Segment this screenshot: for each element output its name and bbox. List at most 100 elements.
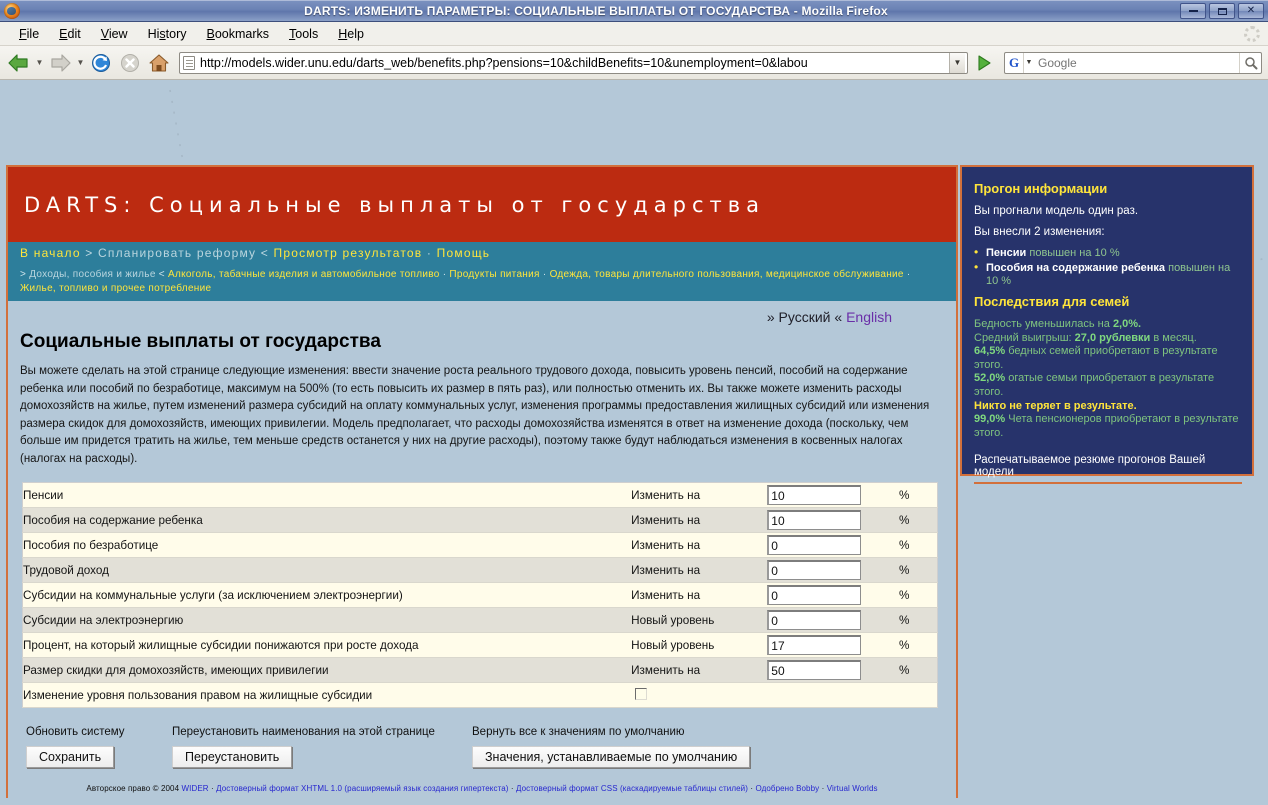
parameters-table: Пенсии Изменить на % Пособия на содержан… bbox=[22, 482, 938, 708]
close-button[interactable]: ✕ bbox=[1238, 3, 1264, 19]
result-line: 64,5% бедных семей приобретают в результ… bbox=[974, 345, 1242, 372]
nav-item-help[interactable]: Помощь bbox=[437, 246, 491, 260]
subnav-item-income-benefits-housing[interactable]: Доходы, пособия и жилье bbox=[29, 269, 155, 280]
nav-item-plan-reform[interactable]: Спланировать реформу bbox=[98, 246, 256, 260]
result-line: Никто не теряет в результате. bbox=[974, 400, 1242, 414]
pensions-input[interactable] bbox=[767, 485, 861, 505]
reset-button[interactable]: Переустановить bbox=[172, 746, 292, 768]
nav-item-home[interactable]: В начало bbox=[20, 246, 81, 260]
row-kind: Изменить на bbox=[631, 533, 767, 558]
row-input-cell bbox=[767, 633, 871, 658]
subnav-separator: · bbox=[543, 269, 547, 280]
footer-link-wider[interactable]: WIDER bbox=[182, 784, 209, 793]
row-label: Пенсии bbox=[23, 483, 632, 508]
menu-view[interactable]: View bbox=[92, 24, 137, 44]
child-benefits-input[interactable] bbox=[767, 510, 861, 530]
back-button[interactable] bbox=[6, 51, 32, 75]
subnav-separator: < bbox=[159, 269, 165, 280]
utilities-subsidy-input[interactable] bbox=[767, 585, 861, 605]
table-row: Пенсии Изменить на % bbox=[23, 483, 938, 508]
row-kind: Новый уровень bbox=[631, 608, 767, 633]
throbber-icon bbox=[1244, 26, 1260, 42]
privileged-discount-input[interactable] bbox=[767, 660, 861, 680]
row-input-cell bbox=[767, 508, 871, 533]
housing-subsidy-takeup-checkbox[interactable] bbox=[635, 688, 647, 700]
result-number: 99,0% bbox=[974, 413, 1005, 425]
table-row: Субсидии на электроэнергию Новый уровень… bbox=[23, 608, 938, 633]
defaults-button[interactable]: Значения, устанавливаемые по умолчанию bbox=[472, 746, 750, 768]
row-label: Субсидии на коммунальные услуги (за искл… bbox=[23, 583, 632, 608]
row-label: Пособия по безработице bbox=[23, 533, 632, 558]
menu-bookmarks[interactable]: Bookmarks bbox=[198, 24, 279, 44]
back-dropdown-icon[interactable]: ▼ bbox=[35, 51, 44, 75]
defaults-caption: Вернуть все к значениям по умолчанию bbox=[472, 726, 902, 738]
maximize-button[interactable] bbox=[1209, 3, 1235, 19]
row-label: Процент, на который жилищные субсидии по… bbox=[23, 633, 632, 658]
subnav-item-housing-fuel-other[interactable]: Жилье, топливо и прочее потребление bbox=[20, 283, 211, 294]
footer-link-bobby[interactable]: Одобрено Bobby bbox=[755, 784, 819, 793]
url-text[interactable]: http://models.wider.unu.edu/darts_web/be… bbox=[200, 56, 949, 70]
menu-help[interactable]: Help bbox=[329, 24, 373, 44]
housing-subsidy-taper-input[interactable] bbox=[767, 635, 861, 655]
search-bar[interactable]: G ▼ bbox=[1004, 52, 1262, 74]
footer-link-xhtml[interactable]: Достоверный формат XHTML 1.0 (расширяемы… bbox=[216, 784, 508, 793]
subnav-item-food[interactable]: Продукты питания bbox=[449, 269, 539, 280]
electricity-subsidy-input[interactable] bbox=[767, 610, 861, 630]
browser-window: DARTS: ИЗМЕНИТЬ ПАРАМЕТРЫ: СОЦИАЛЬНЫЕ ВЫ… bbox=[0, 0, 1268, 805]
search-icon[interactable] bbox=[1239, 53, 1261, 73]
menu-history[interactable]: History bbox=[139, 24, 196, 44]
run-count-text: Вы прогнали модель один раз. bbox=[974, 205, 1242, 217]
footer-link-css[interactable]: Достоверный формат CSS (каскадируемые та… bbox=[516, 784, 748, 793]
home-button[interactable] bbox=[146, 51, 172, 75]
unemployment-benefits-input[interactable] bbox=[767, 535, 861, 555]
row-input-cell bbox=[767, 658, 871, 683]
nav-item-view-results[interactable]: Просмотр результатов bbox=[274, 246, 423, 260]
go-button[interactable] bbox=[973, 51, 995, 75]
menu-file[interactable]: File bbox=[10, 24, 48, 44]
table-row: Пособия на содержание ребенка Изменить н… bbox=[23, 508, 938, 533]
row-label: Изменение уровня пользования правом на ж… bbox=[23, 683, 632, 708]
menu-bar: File Edit View History Bookmarks Tools H… bbox=[0, 22, 1268, 46]
action-group-reset-page: Переустановить наименования на этой стра… bbox=[172, 726, 472, 768]
window-title: DARTS: ИЗМЕНИТЬ ПАРАМЕТРЫ: СОЦИАЛЬНЫЕ ВЫ… bbox=[24, 4, 1268, 18]
row-kind: Изменить на bbox=[631, 483, 767, 508]
search-input[interactable] bbox=[1034, 55, 1239, 71]
site-banner: DARTS: Социальные выплаты от государства bbox=[8, 167, 956, 242]
footer-separator: · bbox=[511, 784, 514, 793]
primary-nav: В начало > Спланировать реформу < Просмо… bbox=[8, 242, 956, 265]
menu-tools[interactable]: Tools bbox=[280, 24, 327, 44]
menu-edit[interactable]: Edit bbox=[50, 24, 90, 44]
change-delta: повышен на 10 % bbox=[1029, 247, 1119, 259]
result-number: 52,0% bbox=[974, 372, 1005, 384]
save-button[interactable]: Сохранить bbox=[26, 746, 114, 768]
row-input-cell bbox=[767, 483, 871, 508]
list-item: Пенсии повышен на 10 % bbox=[974, 247, 1242, 260]
minimize-button[interactable] bbox=[1180, 3, 1206, 19]
footer-link-virtual-worlds[interactable]: Virtual Worlds bbox=[827, 784, 878, 793]
effects-heading: Последствия для семей bbox=[974, 294, 1242, 309]
search-engine-dropdown-icon[interactable]: ▼ bbox=[1024, 59, 1034, 66]
labour-income-input[interactable] bbox=[767, 560, 861, 580]
table-row: Пособия по безработице Изменить на % bbox=[23, 533, 938, 558]
reset-page-caption: Переустановить наименования на этой стра… bbox=[172, 726, 472, 738]
row-unit: % bbox=[871, 483, 937, 508]
subnav-item-alcohol-tobacco-fuel[interactable]: Алкоголь, табачные изделия и автомобильн… bbox=[168, 269, 440, 280]
lang-english-link[interactable]: English bbox=[846, 309, 892, 325]
result-line: Средний выигрыш: 27,0 рублевки в месяц. bbox=[974, 332, 1242, 346]
result-post: бедных семей приобретают в результате эт… bbox=[974, 345, 1218, 371]
google-icon[interactable]: G bbox=[1005, 53, 1024, 73]
print-summary-link[interactable]: Распечатываемое резюме прогонов Вашей мо… bbox=[974, 454, 1242, 484]
result-number: 64,5% bbox=[974, 345, 1005, 357]
changes-list: Пенсии повышен на 10 % Пособия на содерж… bbox=[974, 247, 1242, 288]
row-input-cell-empty bbox=[767, 683, 871, 708]
url-dropdown-icon[interactable]: ▼ bbox=[949, 53, 965, 73]
banner-title: DARTS: Социальные выплаты от государства bbox=[24, 193, 765, 217]
language-switcher: » Русский « English bbox=[20, 307, 944, 325]
reload-button[interactable] bbox=[88, 51, 114, 75]
subnav-item-clothing-durables-health[interactable]: Одежда, товары длительного пользования, … bbox=[550, 269, 904, 280]
address-bar[interactable]: http://models.wider.unu.edu/darts_web/be… bbox=[179, 52, 968, 74]
page-content: » Русский « English Социальные выплаты о… bbox=[8, 301, 956, 802]
result-number: 2,0%. bbox=[1113, 318, 1141, 330]
run-info-heading: Прогон информации bbox=[974, 181, 1242, 196]
result-post: Чета пенсионеров приобретают в результат… bbox=[974, 413, 1239, 439]
